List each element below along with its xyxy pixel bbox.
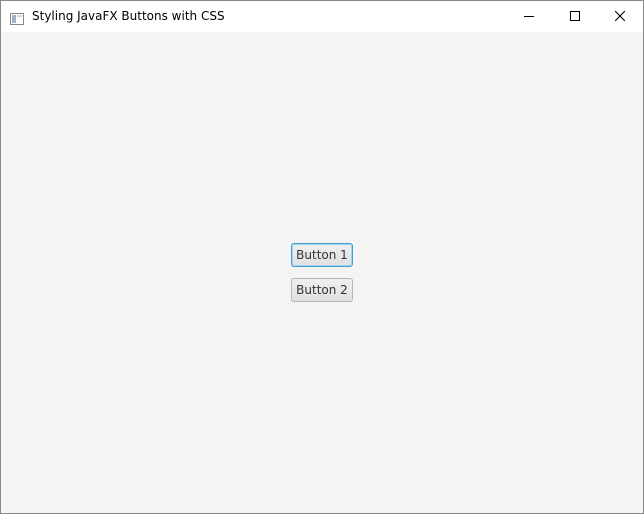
maximize-button[interactable] (552, 1, 598, 32)
minimize-icon (524, 16, 534, 17)
close-icon (615, 11, 625, 21)
javafx-window-icon (10, 10, 24, 25)
button-1[interactable]: Button 1 (291, 243, 353, 267)
close-button[interactable] (597, 1, 643, 32)
app-window: Styling JavaFX Buttons with CSS Button 1… (0, 0, 644, 514)
button-2[interactable]: Button 2 (291, 278, 353, 302)
title-bar[interactable]: Styling JavaFX Buttons with CSS (1, 1, 643, 32)
window-title: Styling JavaFX Buttons with CSS (32, 9, 225, 23)
maximize-icon (570, 11, 580, 21)
content-area: Button 1 Button 2 (1, 32, 643, 513)
minimize-button[interactable] (506, 1, 552, 32)
